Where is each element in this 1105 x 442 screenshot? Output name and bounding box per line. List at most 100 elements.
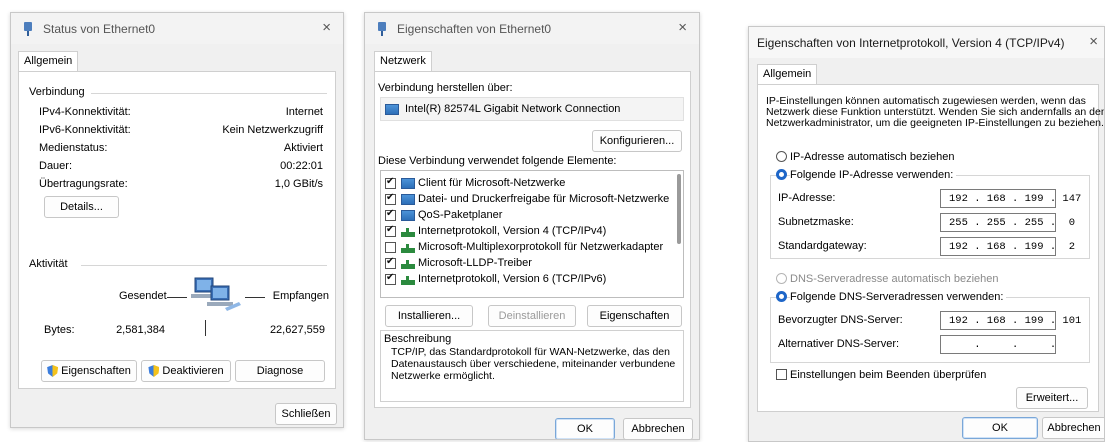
list-item[interactable]: Microsoft-LLDP-Treiber	[385, 255, 532, 271]
close-icon[interactable]: ×	[1089, 33, 1098, 50]
checkbox[interactable]	[385, 272, 396, 285]
status-properties-button[interactable]: Eigenschaften	[41, 360, 137, 382]
ipv4-panel: IP-Einstellungen können automatisch zuge…	[757, 84, 1104, 412]
alternate-dns-field[interactable]: . . .	[940, 335, 1056, 354]
advanced-button[interactable]: Erweitert...	[1016, 387, 1088, 409]
ipv4-cancel-button[interactable]: Abbrechen	[1042, 417, 1104, 439]
uac-shield-icon	[47, 365, 59, 377]
disable-button[interactable]: Deaktivieren	[141, 360, 231, 382]
auto-dns-label[interactable]: DNS-Serveradresse automatisch beziehen	[790, 273, 999, 285]
ipv4-value: Internet	[285, 106, 323, 118]
status-panel: Verbindung IPv4-Konnektivität: Internet …	[18, 71, 336, 389]
network-computers-icon	[191, 276, 243, 316]
ipv4-window: Eigenschaften von Internetprotokoll, Ver…	[748, 26, 1105, 442]
ok-button[interactable]: OK	[555, 418, 615, 439]
item-label: Datei- und Druckerfreigabe für Microsoft…	[418, 193, 670, 205]
gateway-label: Standardgateway:	[778, 240, 867, 252]
manual-ip-radio[interactable]	[776, 169, 787, 180]
status-properties-label: Eigenschaften	[61, 365, 131, 377]
auto-ip-label[interactable]: IP-Adresse automatisch beziehen	[790, 151, 954, 163]
media-status-value: Aktiviert	[283, 142, 323, 154]
list-item-selected[interactable]: Internetprotokoll, Version 4 (TCP/IPv4)	[385, 223, 606, 239]
bytes-received-value: 22,627,559	[269, 324, 325, 336]
tab-allgemein[interactable]: Allgemein	[757, 64, 818, 85]
preferred-dns-field[interactable]: 192 . 168 . 199 . 101	[940, 311, 1081, 330]
manual-ip-label[interactable]: Folgende IP-Adresse verwenden:	[790, 169, 957, 181]
uninstall-button[interactable]: Deinstallieren	[488, 305, 576, 327]
status-window: Status von Ethernet0 × Allgemein Verbind…	[10, 12, 344, 428]
bytes-separator	[205, 320, 206, 336]
ipv4-ok-button[interactable]: OK	[962, 417, 1038, 439]
subnet-mask-field[interactable]: 255 . 255 . 255 . 0	[940, 213, 1075, 232]
disable-label: Deaktivieren	[162, 365, 224, 377]
verbindung-divider	[91, 93, 327, 94]
protocol-icon	[401, 225, 415, 237]
sent-line	[167, 297, 187, 298]
checkbox[interactable]	[385, 241, 396, 253]
received-line	[245, 297, 265, 298]
item-label: QoS-Paketplaner	[418, 209, 503, 221]
tab-netzwerk[interactable]: Netzwerk	[374, 51, 432, 72]
auto-ip-radio[interactable]	[776, 151, 787, 162]
close-button[interactable]: Schließen	[275, 403, 337, 425]
auto-dns-radio[interactable]	[776, 273, 787, 284]
install-button[interactable]: Installieren...	[385, 305, 473, 327]
item-label: Client für Microsoft-Netzwerke	[418, 177, 566, 189]
manual-dns-radio[interactable]	[776, 291, 787, 302]
close-icon[interactable]: ×	[678, 19, 687, 36]
tab-allgemein[interactable]: Allgemein	[18, 51, 79, 72]
elements-label: Diese Verbindung verwendet folgende Elem…	[378, 155, 617, 167]
details-button[interactable]: Details...	[44, 196, 119, 218]
aktivitaet-divider	[81, 265, 327, 266]
list-item[interactable]: Microsoft-Multiplexorprotokoll für Netzw…	[385, 239, 663, 255]
validate-label[interactable]: Einstellungen beim Beenden überprüfen	[790, 369, 986, 381]
adapter-icon	[385, 103, 399, 115]
list-item[interactable]: QoS-Paketplaner	[385, 207, 502, 223]
checkbox[interactable]	[385, 192, 396, 205]
configure-button[interactable]: Konfigurieren...	[592, 130, 682, 152]
status-titlebar[interactable]: Status von Ethernet0 ×	[11, 13, 343, 44]
manual-dns-label[interactable]: Folgende DNS-Serveradressen verwenden:	[790, 291, 1007, 303]
speed-label: Übertragungsrate:	[39, 178, 128, 190]
ip-address-label: IP-Adresse:	[778, 192, 836, 204]
checkbox[interactable]	[385, 224, 396, 237]
item-label: Internetprotokoll, Version 6 (TCP/IPv6)	[418, 273, 607, 285]
properties-titlebar[interactable]: Eigenschaften von Ethernet0 ×	[365, 13, 699, 44]
gateway-field[interactable]: 192 . 168 . 199 . 2	[940, 237, 1075, 256]
checkbox[interactable]	[385, 176, 396, 189]
components-list[interactable]: Client für Microsoft-Netzwerke Datei- un…	[380, 170, 684, 298]
close-icon[interactable]: ×	[322, 19, 331, 36]
adapter-name: Intel(R) 82574L Gigabit Network Connecti…	[405, 103, 621, 115]
ipv4-titlebar[interactable]: Eigenschaften von Internetprotokoll, Ver…	[749, 27, 1104, 58]
preferred-dns-value: 192 . 168 . 199 . 101	[949, 314, 1082, 327]
validate-checkbox[interactable]	[776, 369, 787, 380]
properties-panel: Verbindung herstellen über: Intel(R) 825…	[374, 71, 691, 408]
description-line-2: Datenaustausch über verschiedene, mitein…	[391, 358, 676, 370]
ipv6-label: IPv6-Konnektivität:	[39, 124, 131, 136]
client-icon	[401, 209, 415, 221]
media-status-label: Medienstatus:	[39, 142, 108, 154]
ipv4-window-title: Eigenschaften von Internetprotokoll, Ver…	[757, 35, 1065, 50]
item-label: Microsoft-Multiplexorprotokoll für Netzw…	[418, 241, 664, 253]
client-icon	[401, 177, 415, 189]
alternate-dns-label: Alternativer DNS-Server:	[778, 338, 900, 350]
diagnose-button[interactable]: Diagnose	[235, 360, 325, 382]
network-adapter-icon	[23, 21, 33, 36]
item-properties-button[interactable]: Eigenschaften	[587, 305, 682, 327]
list-scrollbar[interactable]	[677, 174, 681, 244]
ip-address-field[interactable]: 192 . 168 . 199 . 147	[940, 189, 1081, 208]
checkbox[interactable]	[385, 208, 396, 221]
client-icon	[401, 193, 415, 205]
item-label: Internetprotokoll, Version 4 (TCP/IPv4)	[418, 225, 607, 237]
list-item[interactable]: Client für Microsoft-Netzwerke	[385, 175, 565, 191]
duration-label: Dauer:	[39, 160, 73, 172]
list-item[interactable]: Datei- und Druckerfreigabe für Microsoft…	[385, 191, 669, 207]
properties-window-title: Eigenschaften von Ethernet0	[397, 21, 552, 36]
list-item[interactable]: Internetprotokoll, Version 6 (TCP/IPv6)	[385, 271, 606, 287]
intro-line-3: Netzwerkadministrator, um die geeigneten…	[766, 117, 1104, 129]
ipv4-label: IPv4-Konnektivität:	[39, 106, 131, 118]
cancel-button[interactable]: Abbrechen	[623, 418, 693, 439]
description-line-1: TCP/IP, das Standardprotokoll für WAN-Ne…	[391, 346, 670, 358]
checkbox[interactable]	[385, 256, 396, 269]
network-adapter-icon	[377, 21, 387, 36]
